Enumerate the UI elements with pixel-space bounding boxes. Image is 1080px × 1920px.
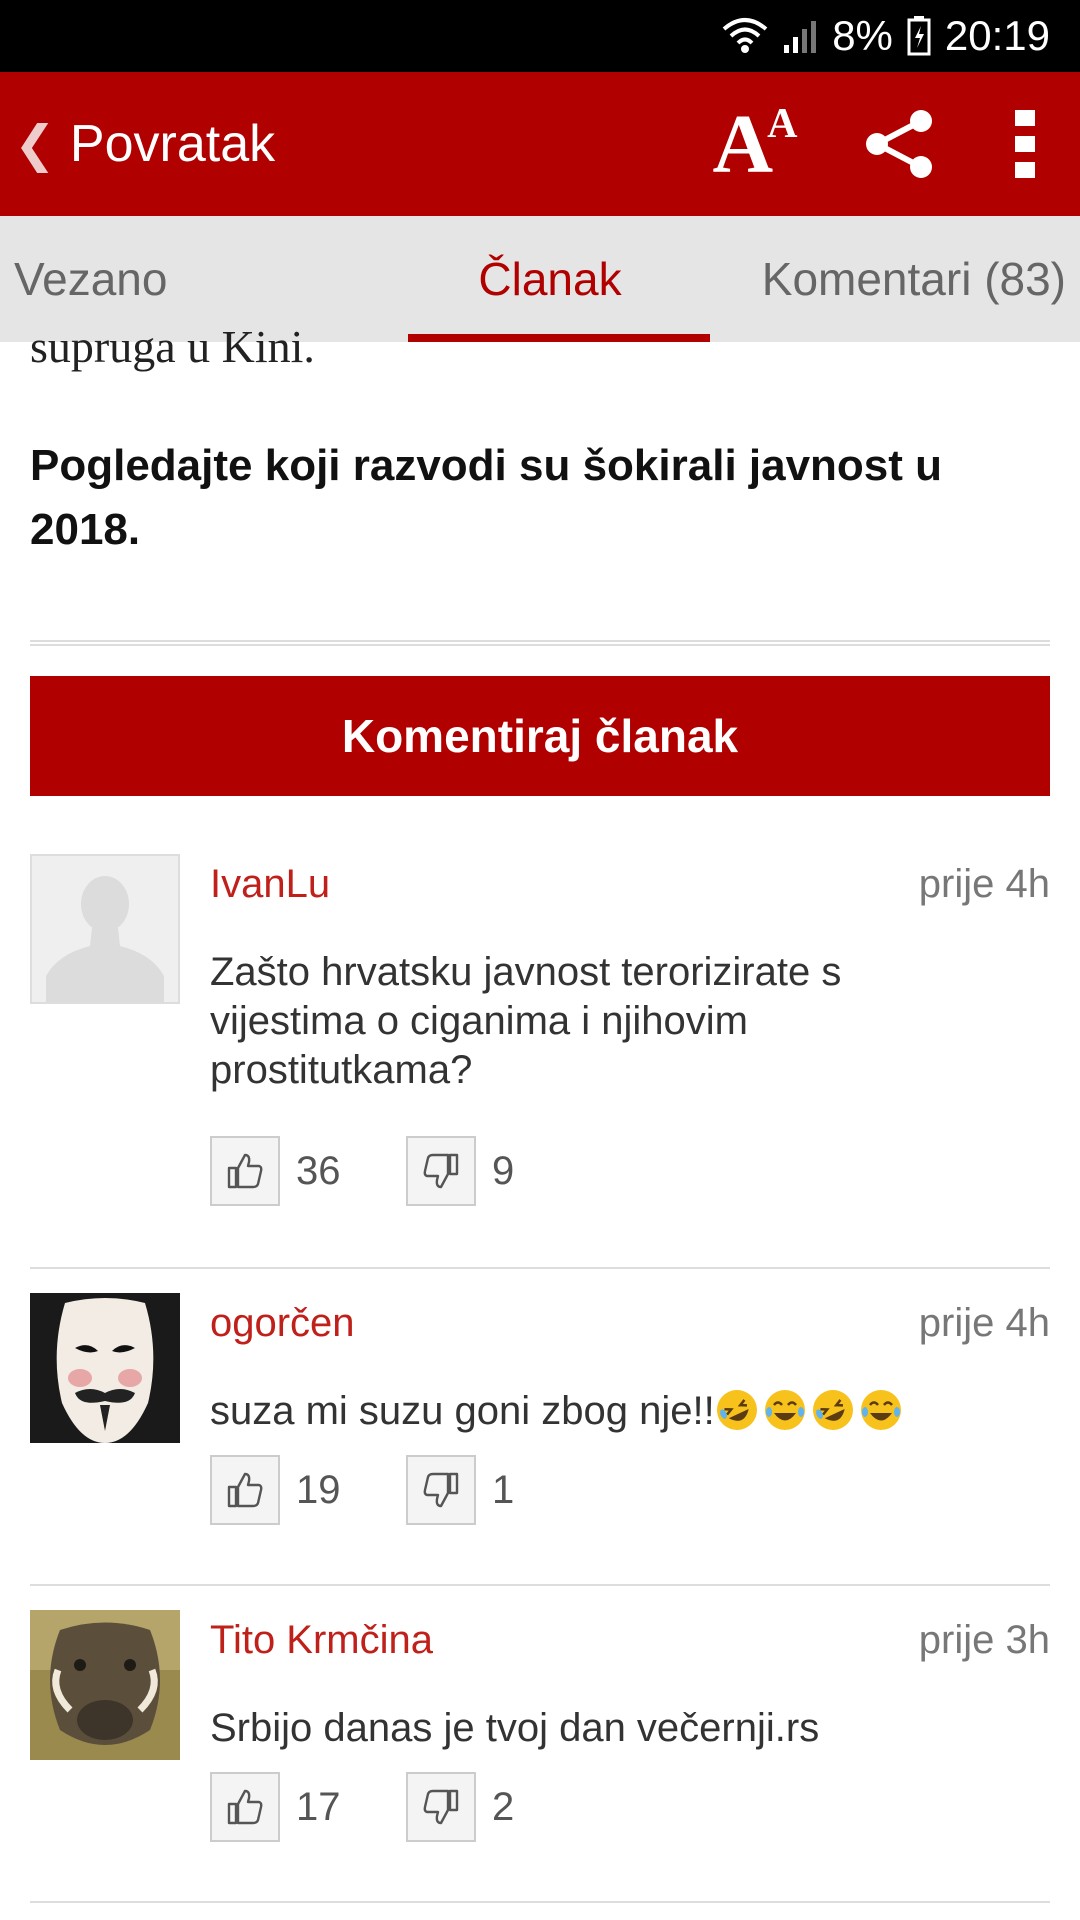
article-text: supruga u Kini. [30, 321, 315, 372]
comment-text: Zašto hrvatsku javnost terorizirate s vi… [210, 950, 842, 1092]
tab-komentari[interactable]: Komentari (83) [710, 216, 1080, 342]
font-size-button[interactable]: AA [680, 72, 830, 216]
app-bar-actions: AA [680, 72, 1080, 216]
back-button[interactable]: ❮ Povratak [0, 72, 275, 216]
rofl-emoji-icon [812, 1390, 853, 1430]
share-button[interactable] [830, 72, 970, 216]
divider [30, 640, 1050, 646]
avatar[interactable] [30, 1293, 180, 1443]
share-icon [866, 110, 932, 178]
comment-username[interactable]: IvanLu [210, 862, 330, 907]
like-count: 17 [296, 1784, 341, 1829]
thumbs-down-icon [423, 1789, 459, 1825]
like-button[interactable] [210, 1772, 280, 1842]
comment-list: IvanLu prije 4h Zašto hrvatsku javnost t… [30, 854, 1050, 1903]
avatar[interactable] [30, 1610, 180, 1760]
emoji-group [715, 1389, 907, 1433]
like-button[interactable] [210, 1136, 280, 1206]
dislike-count: 1 [492, 1467, 515, 1512]
comment-item: ogorčen prije 4h suza mi suzu goni zbog … [30, 1269, 1050, 1586]
warthog-avatar-icon [30, 1610, 180, 1760]
mask-avatar-icon [30, 1293, 180, 1443]
clock: 20:19 [944, 12, 1050, 59]
avatar[interactable] [30, 854, 180, 1004]
comment-article-button[interactable]: Komentiraj članak [30, 676, 1050, 796]
battery-charging-icon [907, 16, 931, 56]
comment-text: Srbijo danas je tvoj dan večernji.rs [210, 1706, 820, 1750]
wifi-icon [722, 17, 768, 55]
comment-item: IvanLu prije 4h Zašto hrvatsku javnost t… [30, 854, 1050, 1269]
dislike-button[interactable] [406, 1772, 476, 1842]
thumbs-down-icon [423, 1153, 459, 1189]
app-bar: ❮ Povratak AA [0, 72, 1080, 216]
dislike-count: 9 [492, 1148, 515, 1193]
comment-username[interactable]: ogorčen [210, 1301, 355, 1346]
chevron-left-icon: ❮ [14, 116, 56, 172]
comment-text-body: suza mi suzu goni zbog nje!! [210, 1389, 715, 1433]
vote-bar: 36 9 [210, 1136, 602, 1206]
comment-text: suza mi suzu goni zbog nje!! [210, 1387, 1010, 1436]
vote-bar: 19 1 [210, 1455, 602, 1525]
laugh-emoji-icon [764, 1390, 805, 1430]
battery-percent: 8% [832, 12, 893, 59]
dislike-count: 2 [492, 1784, 515, 1829]
more-options-button[interactable] [970, 72, 1080, 216]
dislike-button[interactable] [406, 1455, 476, 1525]
comment-time: prije 3h [918, 1618, 1050, 1662]
thumbs-up-icon [227, 1153, 263, 1189]
vote-bar: 17 2 [210, 1772, 602, 1842]
article-bold-paragraph: Pogledajte koji razvodi su šokirali javn… [30, 441, 943, 554]
signal-icon [782, 17, 818, 55]
laugh-emoji-icon [860, 1390, 901, 1430]
dislike-button[interactable] [406, 1136, 476, 1206]
like-count: 36 [296, 1148, 341, 1193]
comment-time: prije 4h [918, 862, 1050, 906]
comment-time: prije 4h [918, 1301, 1050, 1345]
comment-item: Tito Krmčina prije 3h Srbijo danas je tv… [30, 1586, 1050, 1903]
thumbs-down-icon [423, 1472, 459, 1508]
more-vert-icon [1015, 110, 1035, 178]
status-bar: 8% 20:19 [0, 0, 1080, 72]
like-button[interactable] [210, 1455, 280, 1525]
rofl-emoji-icon [716, 1390, 757, 1430]
tab-clanak[interactable]: Članak [390, 216, 710, 342]
font-size-icon: A [712, 97, 774, 191]
back-button-label: Povratak [69, 115, 276, 173]
thumbs-up-icon [227, 1472, 263, 1508]
user-placeholder-icon [32, 856, 178, 1002]
thumbs-up-icon [227, 1789, 263, 1825]
like-count: 19 [296, 1467, 341, 1512]
comment-username[interactable]: Tito Krmčina [210, 1618, 433, 1663]
